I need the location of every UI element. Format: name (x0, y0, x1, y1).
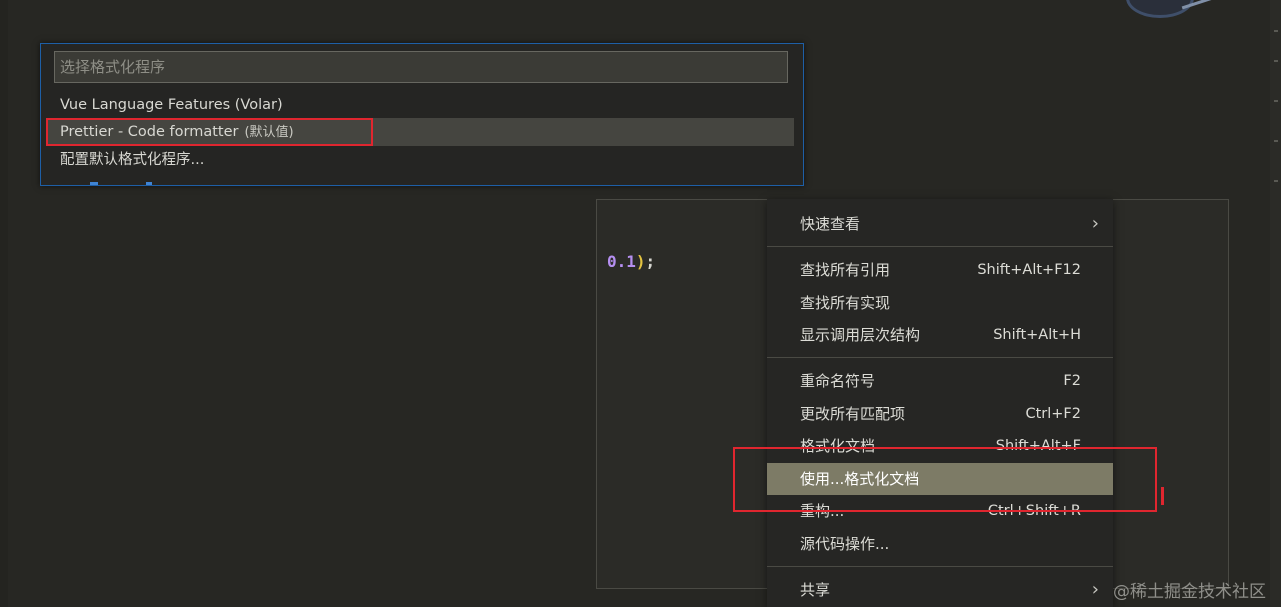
menu-item-label: 显示调用层次结构 (800, 326, 921, 344)
formatter-search-input[interactable]: 选择格式化程序 (54, 51, 788, 83)
formatter-quick-pick: 选择格式化程序 Vue Language Features (Volar) Pr… (40, 43, 804, 186)
menu-item-shortcut: Shift+Alt+H (993, 327, 1081, 343)
menu-item-label: 源代码操作... (800, 535, 890, 553)
menu-separator (767, 357, 1113, 358)
scroll-marker (1274, 140, 1278, 142)
menu-item-label: 查找所有实现 (800, 294, 891, 312)
menu-item-shortcut: Ctrl+F2 (1025, 406, 1081, 422)
annotation-highlight-box (733, 447, 1157, 512)
menu-item-share[interactable]: 共享 › (767, 574, 1113, 606)
menu-item-label: 快速查看 (800, 215, 861, 233)
avatar (1126, 0, 1194, 18)
menu-item-change-all-occurrences[interactable]: 更改所有匹配项 Ctrl+F2 (767, 398, 1113, 430)
chevron-right-icon: › (1091, 213, 1099, 234)
code-underline-fragment (90, 181, 152, 186)
activity-edge (0, 0, 8, 607)
menu-item-shortcut: F2 (1063, 373, 1081, 389)
menu-item-label: 重命名符号 (800, 372, 876, 390)
menu-item-label: 更改所有匹配项 (800, 405, 906, 423)
editor-context-menu: 快速查看 › 查找所有引用 Shift+Alt+F12 查找所有实现 显示调用层… (767, 199, 1113, 607)
scroll-marker (1274, 60, 1278, 62)
menu-item-rename-symbol[interactable]: 重命名符号 F2 (767, 365, 1113, 397)
menu-item-label: 查找所有引用 (800, 261, 891, 279)
minimap-scrollbar[interactable] (1270, 0, 1281, 607)
menu-item-find-all-implementations[interactable]: 查找所有实现 (767, 287, 1113, 319)
menu-item-source-action[interactable]: 源代码操作... (767, 528, 1113, 560)
scroll-marker (1274, 100, 1278, 102)
scroll-marker (1274, 30, 1278, 32)
configure-default-formatter[interactable]: 配置默认格式化程序... (47, 146, 794, 174)
menu-item-find-all-references[interactable]: 查找所有引用 Shift+Alt+F12 (767, 254, 1113, 286)
menu-item-show-call-hierarchy[interactable]: 显示调用层次结构 Shift+Alt+H (767, 319, 1113, 351)
formatter-option-volar[interactable]: Vue Language Features (Volar) (47, 91, 794, 119)
formatter-option-label: 配置默认格式化程序... (60, 152, 205, 168)
formatter-option-label: Vue Language Features (Volar) (60, 97, 283, 113)
annotation-marker (1161, 487, 1164, 505)
scroll-marker (1274, 180, 1278, 182)
menu-separator (767, 566, 1113, 567)
menu-separator (767, 246, 1113, 247)
code-semicolon: ; (645, 252, 656, 271)
chevron-right-icon: › (1091, 579, 1099, 600)
code-number: 0.1 (607, 252, 636, 271)
menu-item-label: 共享 (800, 581, 831, 599)
code-line[interactable]: 0.1); (607, 252, 655, 271)
code-paren: ) (635, 252, 646, 271)
annotation-highlight-box (46, 118, 373, 146)
watermark: @稀土掘金技术社区 (1113, 582, 1266, 602)
menu-item-peek[interactable]: 快速查看 › (767, 208, 1113, 240)
menu-item-shortcut: Shift+Alt+F12 (977, 262, 1081, 278)
